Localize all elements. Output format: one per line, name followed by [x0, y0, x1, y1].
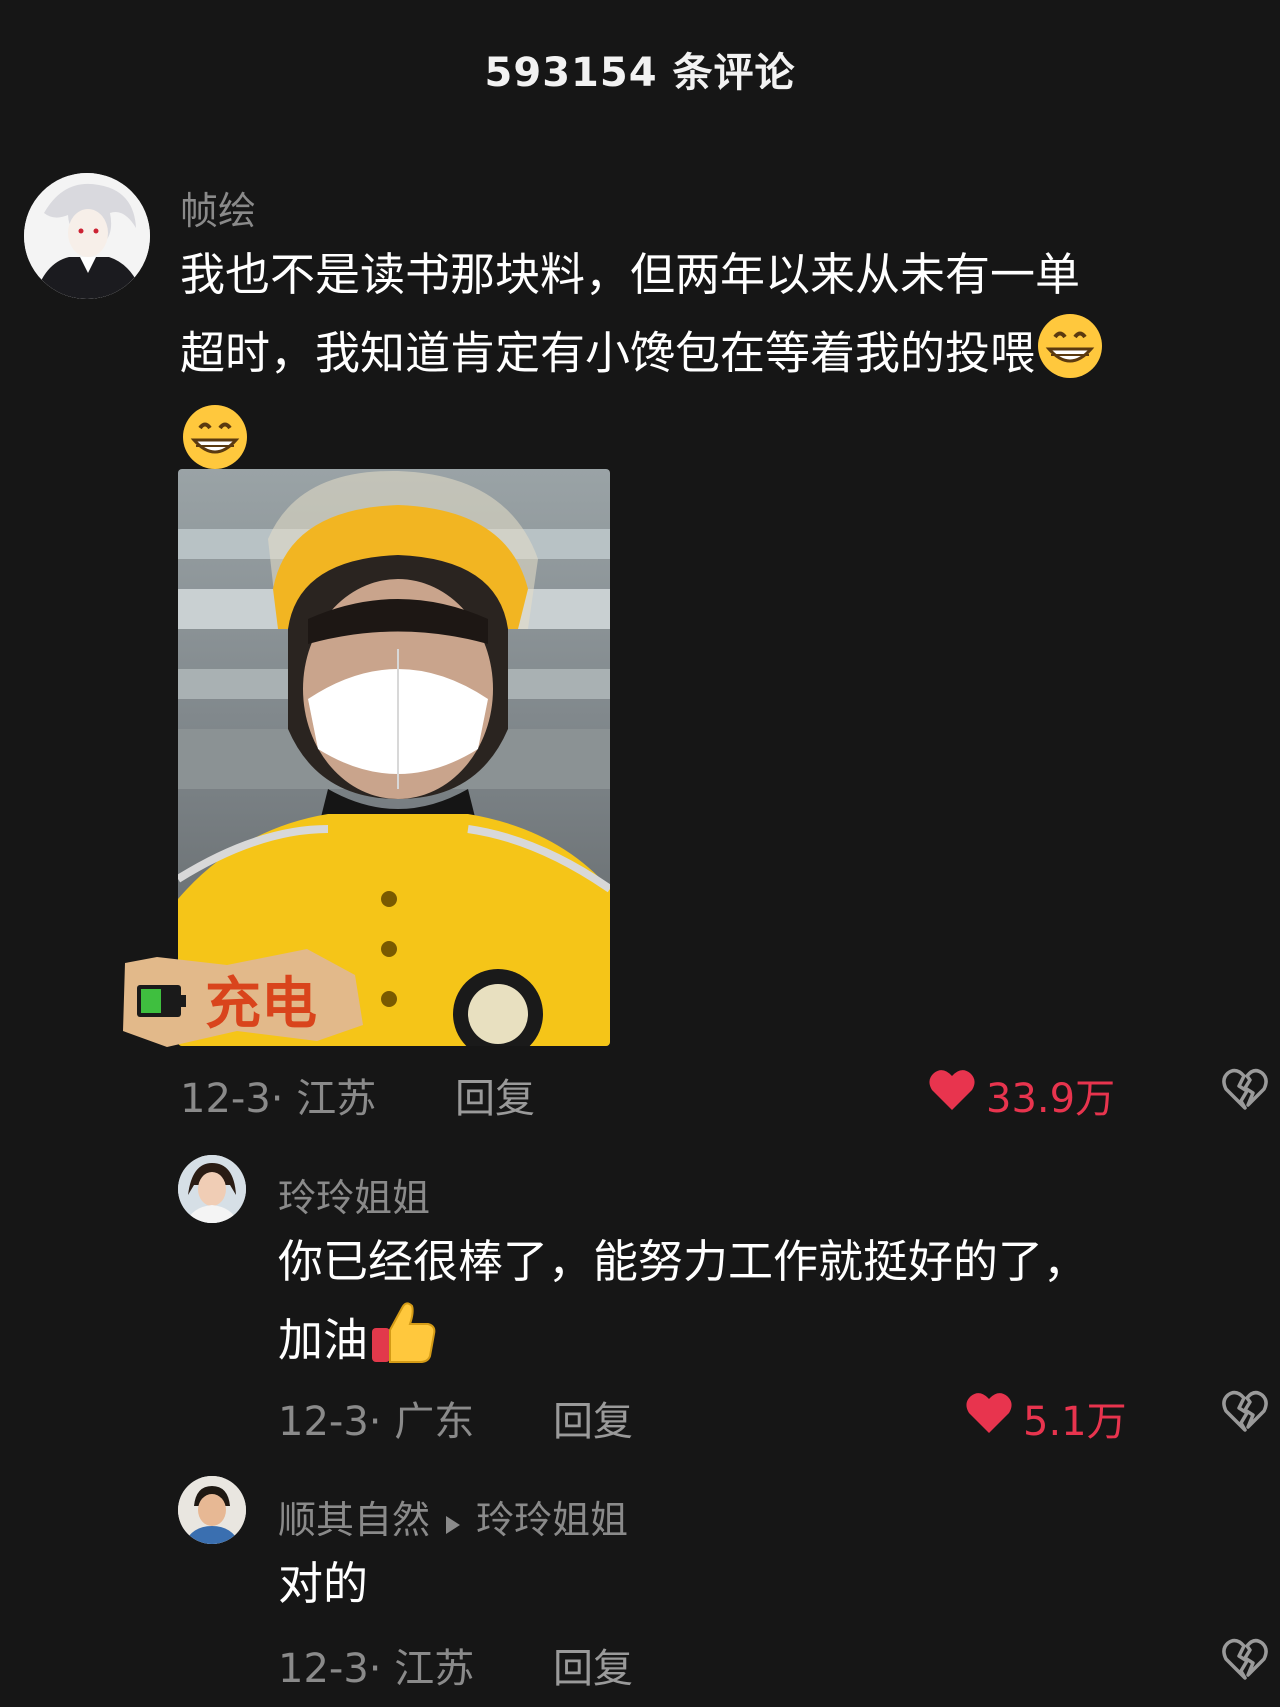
- thumbs-up-emoji-icon: [368, 1298, 438, 1389]
- comment-text: 我也不是读书那块料，但两年以来从未有一单 超时，我知道肯定有小馋包在等着我的投喂: [180, 239, 1260, 493]
- comment-text: 对的: [278, 1548, 1258, 1620]
- charging-sticker: 充电: [117, 935, 369, 1057]
- comment-username[interactable]: 帧绘: [180, 180, 256, 235]
- reply-button[interactable]: 回复: [553, 1636, 633, 1694]
- reply-button[interactable]: 回复: [553, 1389, 633, 1447]
- like-count: 5.1万: [1023, 1399, 1127, 1445]
- dislike-button[interactable]: [1222, 1068, 1268, 1114]
- avatar[interactable]: [178, 1476, 246, 1544]
- reply-button[interactable]: 回复: [455, 1066, 535, 1124]
- heart-icon: [965, 1391, 1013, 1445]
- comment-count-title: 593154 条评论: [484, 50, 796, 96]
- broken-heart-icon: [1222, 1638, 1268, 1684]
- comment-text: 你已经很棒了，能努力工作就挺好的了， 加油: [278, 1226, 1258, 1389]
- like-button[interactable]: 5.1万: [965, 1389, 1127, 1447]
- comment-text-line: 你已经很棒了，能努力工作就挺好的了，: [278, 1235, 1089, 1288]
- reply-to-username[interactable]: 玲玲姐姐: [476, 1498, 628, 1542]
- comment-text-line: 超时，我知道肯定有小馋包在等着我的投喂: [180, 311, 1260, 402]
- dislike-button[interactable]: [1222, 1390, 1268, 1436]
- reply-header: 顺其自然 玲玲姐姐: [278, 1489, 628, 1545]
- dislike-button[interactable]: [1222, 1638, 1268, 1684]
- comment-date-location: 12-3· 江苏: [278, 1646, 475, 1692]
- comment-username[interactable]: 顺其自然: [278, 1498, 430, 1542]
- comment-text-line: 加油: [278, 1298, 1258, 1389]
- reply-arrow-icon: [444, 1501, 462, 1545]
- broken-heart-icon: [1222, 1390, 1268, 1436]
- avatar[interactable]: [24, 173, 150, 299]
- comment-date-location: 12-3· 江苏: [180, 1076, 377, 1122]
- comment-text-line: 对的: [278, 1557, 369, 1610]
- sticker-text: 充电: [205, 972, 317, 1037]
- heart-icon: [928, 1068, 976, 1122]
- broken-heart-icon: [1222, 1068, 1268, 1114]
- comment-text-line: 我也不是读书那块料，但两年以来从未有一单: [180, 248, 1081, 301]
- like-button[interactable]: 33.9万: [928, 1066, 1115, 1124]
- avatar[interactable]: [178, 1155, 246, 1223]
- like-count: 33.9万: [986, 1076, 1116, 1122]
- grin-emoji-icon: [1035, 311, 1105, 402]
- comment-date-location: 12-3· 广东: [278, 1399, 475, 1445]
- comment-username[interactable]: 玲玲姐姐: [278, 1167, 430, 1222]
